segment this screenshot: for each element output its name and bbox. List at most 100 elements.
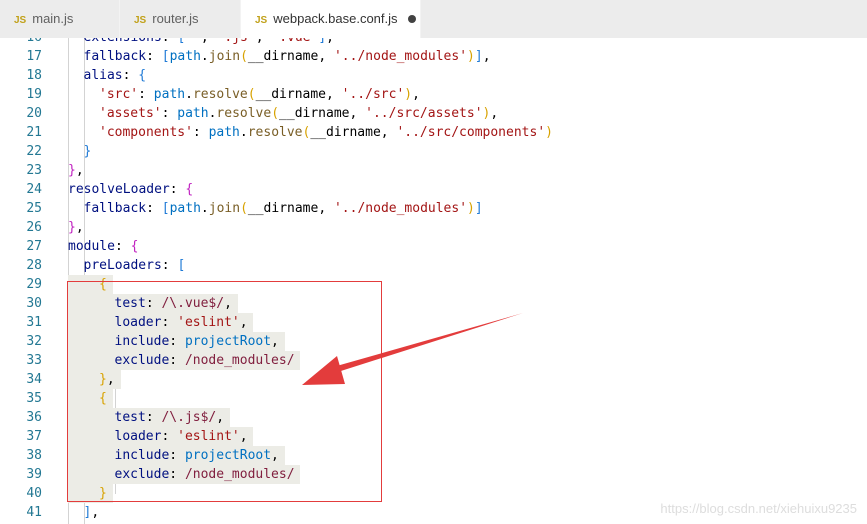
token: path (177, 106, 209, 121)
tab-label: main.js (32, 11, 74, 26)
tab-webpack-base-conf-js[interactable]: JS webpack.base.conf.js (241, 0, 421, 38)
token: ) (545, 125, 553, 140)
token: 'src' (99, 87, 139, 102)
token: resolveLoader (68, 182, 170, 197)
js-file-icon: JS (255, 15, 268, 26)
code-text: } (84, 142, 92, 161)
code-text: 'assets': path.resolve(__dirname, '../sr… (99, 104, 498, 123)
code-line[interactable]: 21 'components': path.resolve(__dirname, … (0, 123, 867, 142)
code-line[interactable]: 25 fallback: [path.join(__dirname, '../no… (0, 199, 867, 218)
code-line[interactable]: 19 'src': path.resolve(__dirname, '../src… (0, 85, 867, 104)
code-line[interactable]: 28 preLoaders: [ (0, 256, 867, 275)
token: __dirname, (310, 125, 397, 140)
tab-label: router.js (152, 11, 199, 26)
token: extensions (84, 38, 162, 45)
token: . (239, 125, 248, 140)
code-line[interactable]: 27 module: { (0, 237, 867, 256)
token: '../src/components' (396, 125, 546, 140)
token: resolve (247, 125, 303, 140)
token: : (192, 125, 209, 140)
line-number: 39 (26, 467, 42, 482)
token: ( (240, 49, 248, 64)
token: join (208, 49, 241, 64)
line-number: 16 (0, 38, 42, 47)
token: : (169, 182, 186, 197)
code-line[interactable]: 20 'assets': path.resolve(__dirname, '../… (0, 104, 867, 123)
line-number: 26 (26, 220, 42, 235)
code-text: fallback: [path.join(__dirname, '../node… (84, 199, 483, 218)
token: [ (161, 201, 170, 216)
token: __dirname, (247, 49, 334, 64)
tab-router-js[interactable]: JS router.js (120, 0, 241, 38)
code-line[interactable]: 17 fallback: [path.join(__dirname, '../no… (0, 47, 867, 66)
token: fallback (83, 201, 147, 216)
line-number: 38 (26, 448, 42, 463)
token: ] (474, 49, 483, 64)
token: alias (83, 68, 123, 83)
token: [ (177, 258, 186, 273)
line-number: 33 (26, 353, 42, 368)
tab-label: webpack.base.conf.js (273, 11, 398, 26)
token: , (412, 87, 420, 102)
token: 'components' (99, 125, 193, 140)
token: , (75, 163, 84, 178)
token: '.vue' (271, 38, 318, 45)
token: . (200, 201, 209, 216)
code-text: extensions: ['', '.js', '.vue'], (84, 38, 335, 47)
line-number: 21 (26, 125, 42, 140)
line-number: 28 (26, 258, 42, 273)
line-number: 22 (26, 144, 42, 159)
code-line[interactable]: 26}, (0, 218, 867, 237)
token: path (169, 49, 201, 64)
tab-bar: JS main.js JS router.js JS webpack.base.con… (0, 0, 867, 38)
token: : (122, 68, 139, 83)
code-line[interactable]: 24 resolveLoader: { (0, 180, 867, 199)
code-text: }, (68, 218, 84, 237)
token: __dirname, (279, 106, 366, 121)
code-text: resolveLoader: { (68, 180, 193, 199)
code-line[interactable]: 16 extensions: ['', '.js', '.vue'], (0, 38, 867, 47)
token: 'assets' (99, 106, 162, 121)
code-text: preLoaders: [ (84, 256, 186, 275)
line-number: 31 (26, 315, 42, 330)
token: [ (161, 49, 170, 64)
line-number: 24 (26, 182, 42, 197)
token: ) (467, 49, 475, 64)
token: , (75, 220, 84, 235)
token: { (138, 68, 147, 83)
line-number: 17 (26, 49, 42, 64)
token: , (326, 38, 334, 45)
token: , (490, 106, 499, 121)
token: } (68, 220, 76, 235)
code-text: alias: { (84, 66, 147, 85)
code-line[interactable]: 23}, (0, 161, 867, 180)
token: : (161, 258, 178, 273)
token: ( (240, 201, 248, 216)
token: path (169, 201, 201, 216)
token: : (138, 87, 154, 102)
line-number: 19 (26, 87, 42, 102)
code-line[interactable]: 18 alias: { (0, 66, 867, 85)
token: , (91, 505, 100, 520)
token: } (68, 163, 76, 178)
line-number: 30 (26, 296, 42, 311)
token: ( (247, 87, 256, 102)
token: '../src' (341, 87, 405, 102)
code-line[interactable]: 22} (0, 142, 867, 161)
tab-main-js[interactable]: JS main.js (0, 0, 120, 38)
token: module (68, 239, 115, 254)
token: join (208, 201, 241, 216)
js-file-icon: JS (134, 15, 147, 26)
code-text: fallback: [path.join(__dirname, '../node… (84, 47, 491, 66)
token: resolve (192, 87, 248, 102)
token: : (114, 239, 131, 254)
unsaved-dot-icon[interactable] (407, 14, 416, 23)
token: . (200, 49, 209, 64)
code-text: }, (68, 161, 84, 180)
code-text: 'components': path.resolve(__dirname, '.… (99, 123, 553, 142)
line-number: 25 (26, 201, 42, 216)
token: ] (474, 201, 483, 216)
line-number: 41 (26, 505, 42, 520)
token: __dirname, (255, 87, 342, 102)
token: : (146, 49, 162, 64)
